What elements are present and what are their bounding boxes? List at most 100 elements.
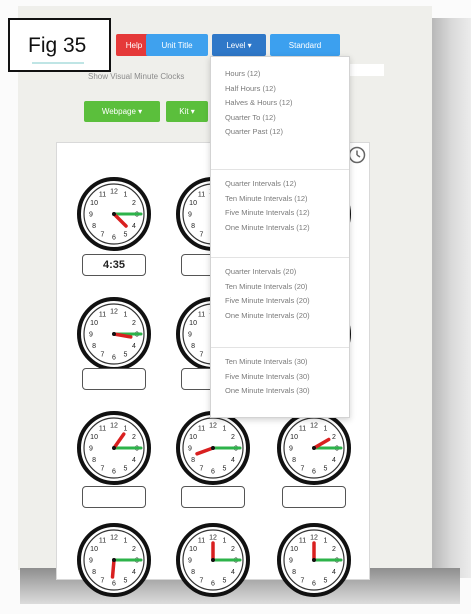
dropdown-menu-item[interactable]: One Minute Intervals (12)	[225, 223, 310, 232]
dropdown-menu-item[interactable]: Ten Minute Intervals (20)	[225, 282, 308, 291]
answer-box[interactable]	[181, 486, 245, 508]
svg-text:5: 5	[324, 465, 328, 472]
svg-text:6: 6	[211, 581, 215, 588]
svg-text:10: 10	[290, 546, 298, 553]
svg-text:8: 8	[292, 457, 296, 464]
standard-button[interactable]: Standard	[270, 34, 340, 56]
analog-clock: 123456789101112	[176, 411, 250, 485]
svg-text:8: 8	[292, 569, 296, 576]
svg-text:11: 11	[299, 538, 306, 545]
answer-box[interactable]: 4:35	[82, 254, 146, 276]
dropdown-menu-item[interactable]: One Minute Intervals (30)	[225, 386, 310, 395]
standard-button-label: Standard	[288, 40, 322, 50]
svg-text:5: 5	[124, 465, 128, 472]
svg-text:1: 1	[124, 538, 128, 545]
dropdown-divider	[211, 169, 349, 170]
svg-text:9: 9	[188, 212, 192, 219]
svg-text:1: 1	[223, 538, 227, 545]
analog-clock: 123456789101112	[77, 411, 151, 485]
svg-text:9: 9	[89, 446, 93, 453]
svg-text:8: 8	[92, 457, 96, 464]
svg-text:2: 2	[132, 200, 136, 207]
svg-text:9: 9	[89, 332, 93, 339]
svg-text:7: 7	[101, 465, 105, 472]
svg-text:1: 1	[324, 426, 328, 433]
dropdown-menu-item[interactable]: Quarter Past (12)	[225, 127, 283, 136]
dropdown-menu-item[interactable]: Halves & Hours (12)	[225, 98, 293, 107]
svg-text:11: 11	[99, 538, 106, 545]
analog-clock: 123456789101112	[77, 523, 151, 597]
svg-text:10: 10	[290, 434, 298, 441]
dropdown-menu-item[interactable]: Half Hours (12)	[225, 84, 276, 93]
svg-text:2: 2	[332, 434, 336, 441]
webpage-button[interactable]: Webpage ▾	[84, 101, 160, 122]
svg-text:6: 6	[112, 235, 116, 242]
svg-text:11: 11	[198, 426, 205, 433]
svg-text:9: 9	[188, 446, 192, 453]
svg-text:4: 4	[132, 569, 136, 576]
level-dropdown-button[interactable]: Level ▾	[212, 34, 266, 56]
svg-text:5: 5	[324, 577, 328, 584]
dropdown-menu-item[interactable]: Ten Minute Intervals (30)	[225, 357, 308, 366]
svg-text:11: 11	[198, 538, 205, 545]
kit-button-label: Kit	[179, 107, 189, 116]
svg-text:9: 9	[289, 558, 293, 565]
svg-text:8: 8	[92, 343, 96, 350]
chevron-down-icon: ▾	[188, 107, 195, 116]
svg-text:7: 7	[301, 577, 305, 584]
svg-text:4: 4	[132, 343, 136, 350]
dropdown-menu-item[interactable]: Ten Minute Intervals (12)	[225, 194, 308, 203]
svg-text:8: 8	[191, 569, 195, 576]
svg-text:11: 11	[299, 426, 306, 433]
svg-text:4: 4	[332, 569, 336, 576]
dropdown-menu-item[interactable]: Five Minute Intervals (12)	[225, 208, 310, 217]
svg-text:2: 2	[132, 320, 136, 327]
dropdown-menu-item[interactable]: Quarter To (12)	[225, 113, 276, 122]
answer-box[interactable]	[82, 486, 146, 508]
svg-text:1: 1	[124, 426, 128, 433]
svg-text:7: 7	[101, 231, 105, 238]
dropdown-menu-item[interactable]: Five Minute Intervals (30)	[225, 372, 310, 381]
svg-text:2: 2	[132, 434, 136, 441]
dropdown-menu-item[interactable]: Quarter Intervals (20)	[225, 267, 296, 276]
svg-text:4: 4	[332, 457, 336, 464]
svg-text:4: 4	[132, 223, 136, 230]
svg-text:2: 2	[231, 434, 235, 441]
kit-button[interactable]: Kit ▾	[166, 101, 208, 122]
svg-text:10: 10	[90, 546, 98, 553]
unit-title-button[interactable]: Unit Title	[146, 34, 208, 56]
svg-text:1: 1	[124, 192, 128, 199]
figure-label-box: Fig 35	[8, 18, 111, 72]
analog-clock: 123456789101112	[176, 523, 250, 597]
svg-text:11: 11	[99, 426, 106, 433]
svg-text:11: 11	[99, 192, 106, 199]
chevron-down-icon: ▾	[245, 40, 252, 50]
svg-text:8: 8	[191, 457, 195, 464]
svg-text:10: 10	[90, 200, 98, 207]
svg-text:7: 7	[200, 231, 204, 238]
level-dropdown-label: Level	[226, 40, 246, 50]
dropdown-menu-item[interactable]: Five Minute Intervals (20)	[225, 296, 310, 305]
svg-text:12: 12	[110, 189, 118, 196]
svg-text:11: 11	[99, 312, 106, 319]
svg-text:1: 1	[324, 538, 328, 545]
display-options[interactable]: Show Visual Minute Clocks	[88, 72, 184, 81]
analog-clock: 123456789101112	[77, 297, 151, 371]
svg-text:2: 2	[132, 546, 136, 553]
analog-clock: 123456789101112	[277, 411, 351, 485]
svg-text:12: 12	[110, 309, 118, 316]
dropdown-menu-item[interactable]: Hours (12)	[225, 69, 260, 78]
clock-icon[interactable]	[348, 146, 366, 164]
analog-clock: 123456789101112	[277, 523, 351, 597]
svg-text:6: 6	[112, 469, 116, 476]
dropdown-menu-item[interactable]: Quarter Intervals (12)	[225, 179, 296, 188]
svg-text:10: 10	[189, 320, 197, 327]
answer-box[interactable]	[282, 486, 346, 508]
dropdown-menu-item[interactable]: One Minute Intervals (20)	[225, 311, 310, 320]
svg-text:5: 5	[223, 465, 227, 472]
svg-text:6: 6	[112, 355, 116, 362]
svg-text:7: 7	[101, 351, 105, 358]
page-shadow-right	[432, 18, 471, 578]
answer-box[interactable]	[82, 368, 146, 390]
svg-text:7: 7	[200, 577, 204, 584]
